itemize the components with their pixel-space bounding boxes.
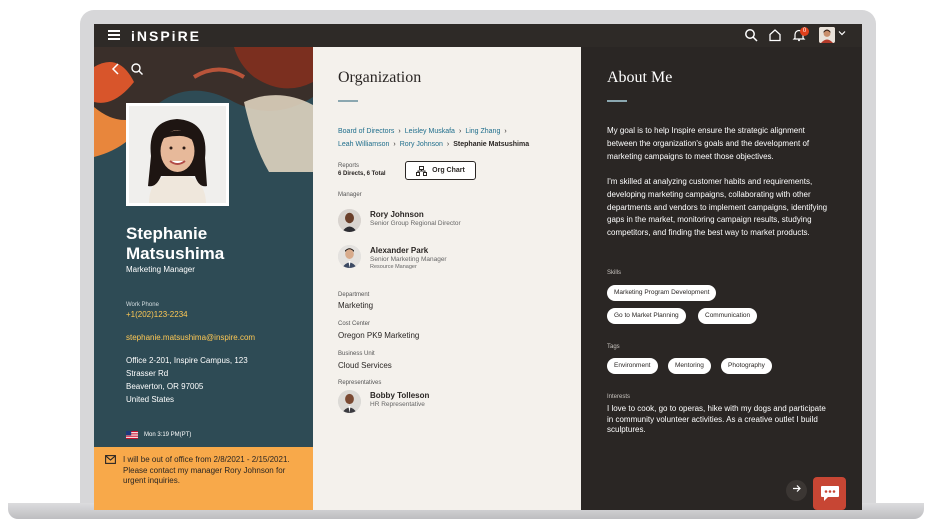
manager-label: Manager — [338, 192, 362, 198]
org-chart-label: Org Chart — [432, 167, 465, 174]
manager-title: Senior Marketing Manager — [370, 256, 447, 263]
breadcrumb-current: Stephanie Matsushima — [453, 141, 530, 148]
arrow-right-icon — [793, 485, 801, 492]
about-paragraph: My goal is to help Inspire ensure the st… — [607, 126, 810, 161]
skill-chip[interactable]: Communication — [698, 308, 758, 324]
address-line: Beaverton, OR 97005 — [126, 382, 204, 391]
app-screen: iNSPiRE 0 Stephanie Matsushima Marketing… — [94, 24, 862, 510]
tag-chip[interactable]: Environment — [607, 358, 658, 374]
breadcrumb-link[interactable]: Leisley Muskafa — [405, 128, 455, 135]
out-of-office-message: I will be out of office from 2/8/2021 - … — [123, 455, 290, 485]
address-line: Strasser Rd — [126, 369, 169, 378]
about-paragraph: I'm skilled at analyzing customer habits… — [607, 177, 828, 238]
chevron-right-icon: › — [393, 141, 396, 148]
chevron-down-icon[interactable] — [838, 29, 846, 37]
breadcrumb-link[interactable]: Leah Williamson — [338, 141, 389, 148]
business-unit-label: Business Unit — [338, 351, 375, 357]
avatar — [338, 209, 361, 232]
search-icon[interactable] — [130, 62, 144, 76]
tags-label: Tags — [607, 344, 620, 350]
home-icon[interactable] — [768, 28, 782, 42]
out-of-office-banner: I will be out of office from 2/8/2021 - … — [94, 447, 313, 510]
us-flag-icon — [126, 431, 138, 439]
title-underline — [338, 100, 358, 102]
menu-icon[interactable] — [108, 30, 120, 40]
chevron-right-icon: › — [458, 128, 462, 135]
chevron-right-icon: › — [504, 128, 507, 135]
skill-chip[interactable]: Go to Market Planning — [607, 308, 686, 324]
interests-text: I love to cook, go to operas, hike with … — [607, 404, 826, 434]
brand-logo[interactable]: iNSPiRE — [131, 28, 201, 44]
organization-title: Organization — [338, 69, 422, 86]
tag-chip[interactable]: Photography — [721, 358, 772, 374]
manager-name: Rory Johnson — [370, 210, 424, 219]
email-link[interactable]: stephanie.matsushima@inspire.com — [126, 333, 255, 342]
breadcrumb-link[interactable]: Board of Directors — [338, 128, 394, 135]
avatar — [338, 390, 361, 413]
breadcrumb: Board of Directors › Leisley Muskafa › Ling … — [338, 125, 573, 151]
manager-title: Senior Group Regional Director — [370, 220, 461, 227]
address-line: United States — [126, 395, 175, 404]
back-arrow-icon[interactable] — [110, 62, 122, 76]
breadcrumb-link[interactable]: Rory Johnson — [400, 141, 443, 148]
representative-title: HR Representative — [370, 401, 425, 408]
interests-label: Interests — [607, 394, 631, 400]
search-icon[interactable] — [744, 28, 758, 42]
notification-badge: 0 — [800, 27, 809, 36]
reports-count: 6 Directs, 6 Total — [338, 171, 386, 177]
cost-center-label: Cost Center — [338, 321, 371, 327]
representatives-label: Representatives — [338, 380, 382, 386]
breadcrumb-link[interactable]: Ling Zhang — [465, 128, 500, 135]
organization-panel: Organization Board of Directors › Leisley … — [313, 47, 581, 510]
profile-photo — [126, 103, 229, 206]
chevron-right-icon: › — [446, 141, 450, 148]
about-title: About Me — [607, 69, 673, 86]
manager-role: Resource Manager — [370, 264, 417, 270]
tag-chip[interactable]: Mentoring — [668, 358, 711, 374]
title-underline — [607, 100, 627, 102]
representative-card[interactable]: Bobby Tolleson HR Representative — [338, 390, 578, 416]
work-phone-label: Work Phone — [126, 302, 159, 308]
employee-title: Marketing Manager — [126, 265, 195, 274]
avatar — [338, 245, 361, 268]
org-chart-icon — [416, 165, 428, 176]
manager-name: Alexander Park — [370, 246, 429, 255]
manager-card[interactable]: Rory Johnson Senior Group Regional Direc… — [338, 209, 578, 235]
business-unit-value: Cloud Services — [338, 361, 392, 370]
employee-name: Stephanie Matsushima — [126, 224, 225, 263]
chat-button[interactable] — [813, 477, 846, 510]
skills-label: Skills — [607, 270, 622, 276]
skill-chip[interactable]: Marketing Program Development — [607, 285, 717, 301]
cost-center-value: Oregon PK9 Marketing — [338, 331, 420, 340]
office-address: Office 2-201, Inspire Campus, 123 Strass… — [126, 354, 248, 406]
chat-bubble-icon — [820, 486, 839, 501]
department-value: Marketing — [338, 301, 374, 310]
profile-panel: Stephanie Matsushima Marketing Manager W… — [94, 47, 313, 510]
user-avatar[interactable] — [819, 27, 835, 43]
representative-name: Bobby Tolleson — [370, 391, 430, 400]
about-panel: About Me My goal is to help Inspire ensu… — [581, 47, 862, 510]
top-bar: iNSPiRE 0 — [94, 24, 862, 47]
work-phone-link[interactable]: +1(202)123-2234 — [126, 310, 188, 319]
chevron-right-icon: › — [398, 128, 401, 135]
manager-card[interactable]: Alexander Park Senior Marketing Manager … — [338, 245, 578, 271]
mail-icon — [105, 455, 116, 464]
department-label: Department — [338, 292, 370, 298]
org-chart-button[interactable]: Org Chart — [405, 161, 476, 180]
local-time: Mon 3:19 PM(PT) — [144, 432, 192, 438]
next-arrow-button[interactable] — [786, 480, 807, 501]
reports-label: Reports — [338, 163, 360, 169]
address-line: Office 2-201, Inspire Campus, 123 — [126, 356, 248, 365]
